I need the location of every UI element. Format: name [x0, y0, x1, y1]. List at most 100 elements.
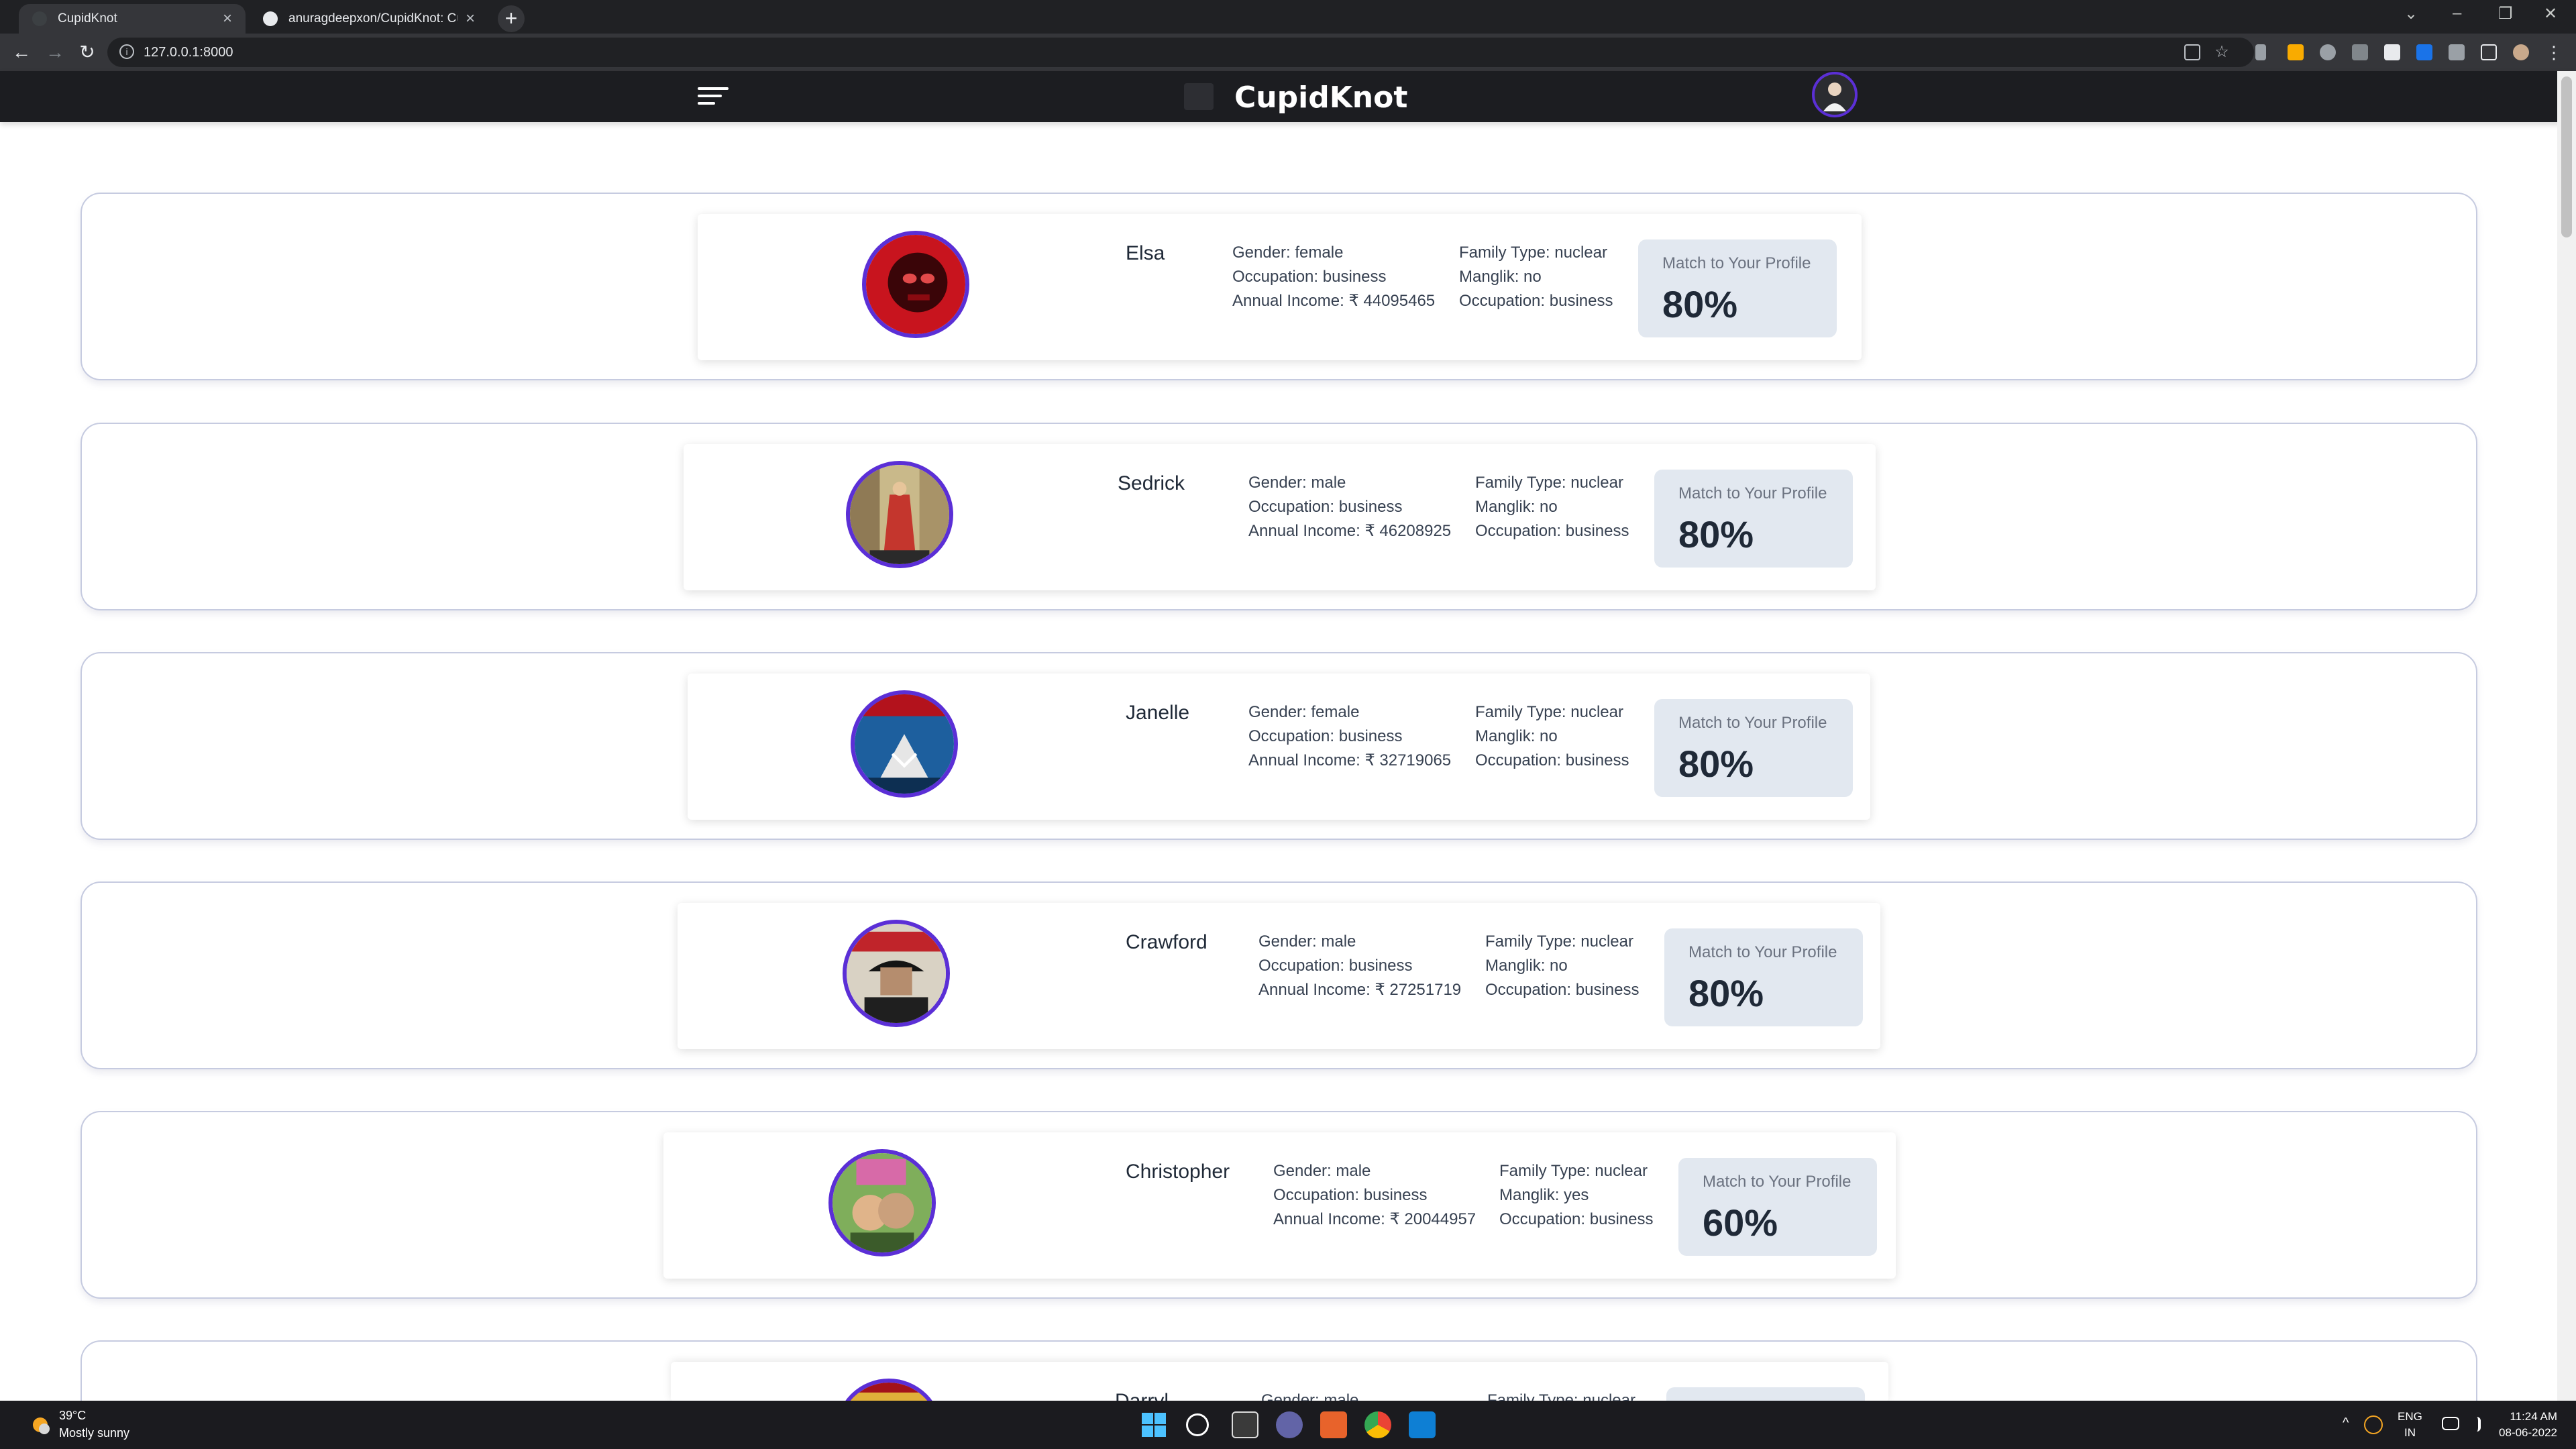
tab-github[interactable]: anuragdeepxon/CupidKnot: Cup × [250, 4, 488, 34]
extension-pen-icon[interactable] [2352, 44, 2368, 60]
manglik-text: Manglik: no [1475, 727, 1558, 745]
profile-details-left: Gender: female Occupation: business Annu… [1232, 241, 1435, 313]
occupation-text: Occupation: business [1475, 751, 1629, 769]
family-type-text: Family Type: nuclear [1487, 1391, 1635, 1402]
back-arrow-icon[interactable]: ← [8, 39, 35, 66]
extension-blue-icon[interactable] [2416, 44, 2432, 60]
site-info-icon[interactable]: i [119, 44, 134, 59]
profile-details-right: Family Type: nuclear Manglik: yes Occupa… [1499, 1159, 1653, 1232]
gender-text: Gender: male [1261, 1391, 1359, 1402]
close-tab-icon[interactable]: × [223, 9, 232, 28]
match-percentage: 80% [1662, 283, 1738, 325]
extension-shield-icon[interactable] [2320, 44, 2336, 60]
profile-card[interactable]: Sedrick Gender: male Occupation: busines… [80, 423, 2477, 610]
extension-fd-icon[interactable] [2384, 44, 2400, 60]
new-tab-button[interactable]: + [498, 5, 525, 32]
side-panel-icon[interactable] [2481, 44, 2497, 60]
profile-photo [843, 920, 950, 1027]
match-score-box: Match to Your Profile 60% [1678, 1158, 1877, 1256]
occupation-text: Occupation: business [1475, 522, 1629, 540]
vscode-icon[interactable] [1409, 1411, 1436, 1438]
extension-yellow-icon[interactable] [2288, 44, 2304, 60]
user-avatar[interactable] [1811, 71, 1858, 118]
url-text: 127.0.0.1:8000 [144, 45, 233, 60]
profile-details-right: Family Type: nuclear Manglik: no Occupat… [1485, 930, 1639, 1002]
volume-icon[interactable] [2466, 1417, 2481, 1432]
bookmark-star-icon[interactable]: ☆ [2214, 44, 2230, 60]
page-scrollbar[interactable] [2557, 71, 2576, 1401]
network-icon[interactable] [2442, 1417, 2459, 1430]
match-label: Match to Your Profile [1662, 254, 1811, 272]
income-text: Annual Income: ₹ 46208925 [1248, 522, 1452, 540]
extension-phone-icon[interactable] [2255, 44, 2266, 60]
match-percentage: 80% [1688, 972, 1764, 1014]
minimize-button[interactable]: – [2453, 4, 2461, 23]
app-orange-icon[interactable] [1320, 1411, 1347, 1438]
profile-photo [846, 461, 953, 568]
profile-photo [862, 231, 969, 338]
extensions-puzzle-icon[interactable] [2449, 44, 2465, 60]
profile-name: Janelle [1126, 702, 1190, 724]
scrollbar-thumb[interactable] [2561, 76, 2572, 237]
hamburger-menu-icon[interactable] [698, 87, 729, 107]
occupation-text: Occupation: business [1485, 981, 1640, 999]
teams-chat-icon[interactable] [1276, 1411, 1303, 1438]
gender-text: Gender: male [1248, 474, 1346, 492]
profile-details-left: Gender: male Occupation: business Annual… [1258, 930, 1461, 1002]
match-score-box: Match to Your Profile 80% [1664, 928, 1863, 1026]
clock-date[interactable]: 08-06-2022 [2493, 1426, 2557, 1440]
brand-title[interactable]: CupidKnot [1234, 80, 1407, 115]
tab-cupidknot[interactable]: CupidKnot × [19, 4, 246, 34]
task-view-icon[interactable] [1232, 1411, 1258, 1438]
close-window-button[interactable]: ✕ [2544, 4, 2557, 23]
windows-taskbar: 39°C Mostly sunny ^ ENG IN 11:24 AM 08-0… [0, 1401, 2576, 1449]
profile-card-inner: Elsa Gender: female Occupation: business… [698, 214, 1862, 360]
show-hidden-icons-icon[interactable]: ^ [2343, 1415, 2349, 1431]
income-text: Annual Income: ₹ 32719065 [1248, 751, 1452, 769]
address-bar[interactable]: i 127.0.0.1:8000 [107, 38, 2254, 67]
income-text: Annual Income: ₹ 44095465 [1232, 292, 1436, 310]
profile-details-right: Family Type: nuclear Manglik: no Occupat… [1475, 700, 1629, 773]
profile-avatar-icon[interactable] [2513, 44, 2529, 60]
restore-button[interactable]: ❐ [2498, 4, 2513, 23]
close-tab-icon[interactable]: × [466, 9, 475, 28]
profile-card[interactable]: Elsa Gender: female Occupation: business… [80, 193, 2477, 380]
chrome-icon[interactable] [1364, 1411, 1391, 1438]
profile-name: Christopher [1126, 1161, 1230, 1183]
occupation-text: Occupation: business [1258, 957, 1413, 975]
weather-temperature[interactable]: 39°C [59, 1409, 86, 1423]
profile-card[interactable]: Darryl Gender: male Family Type: nuclear [80, 1340, 2477, 1402]
weather-description[interactable]: Mostly sunny [59, 1426, 129, 1440]
match-score-box: Match to Your Profile 80% [1654, 470, 1853, 568]
profile-card[interactable]: Janelle Gender: female Occupation: busin… [80, 652, 2477, 840]
forward-arrow-icon[interactable]: → [42, 39, 68, 66]
manglik-text: Manglik: yes [1499, 1186, 1589, 1204]
windows-start-icon[interactable] [1140, 1411, 1167, 1438]
language-region[interactable]: IN [2404, 1426, 2416, 1440]
reload-icon[interactable]: ↻ [74, 39, 101, 66]
browser-tabstrip: CupidKnot × anuragdeepxon/CupidKnot: Cup… [0, 0, 2576, 34]
family-type-text: Family Type: nuclear [1499, 1162, 1648, 1180]
search-icon[interactable] [1186, 1413, 1209, 1436]
manglik-text: Manglik: no [1475, 498, 1558, 516]
match-percentage: 60% [1703, 1201, 1778, 1244]
profile-card[interactable]: Crawford Gender: male Occupation: busine… [80, 881, 2477, 1069]
profile-card-inner: Sedrick Gender: male Occupation: busines… [684, 444, 1876, 590]
gender-text: Gender: female [1232, 244, 1344, 262]
system-tray-icon[interactable] [2364, 1415, 2383, 1434]
match-label: Match to Your Profile [1678, 484, 1827, 502]
github-icon [263, 11, 278, 26]
share-icon[interactable] [2184, 44, 2200, 60]
weather-sun-icon[interactable] [28, 1413, 52, 1437]
clock-time[interactable]: 11:24 AM [2497, 1410, 2557, 1424]
match-label: Match to Your Profile [1688, 943, 1837, 961]
tab-search-icon[interactable]: ⌄ [2404, 4, 2418, 23]
income-text: Annual Income: ₹ 27251719 [1258, 981, 1462, 999]
profile-card[interactable]: Christopher Gender: male Occupation: bus… [80, 1111, 2477, 1299]
match-percentage: 80% [1678, 513, 1754, 555]
brand-logo [1184, 83, 1214, 110]
occupation-text: Occupation: business [1248, 498, 1403, 516]
profile-details-left: Gender: male [1261, 1389, 1358, 1402]
kebab-menu-icon[interactable]: ⋮ [2545, 44, 2563, 61]
language-indicator[interactable]: ENG [2398, 1410, 2422, 1424]
